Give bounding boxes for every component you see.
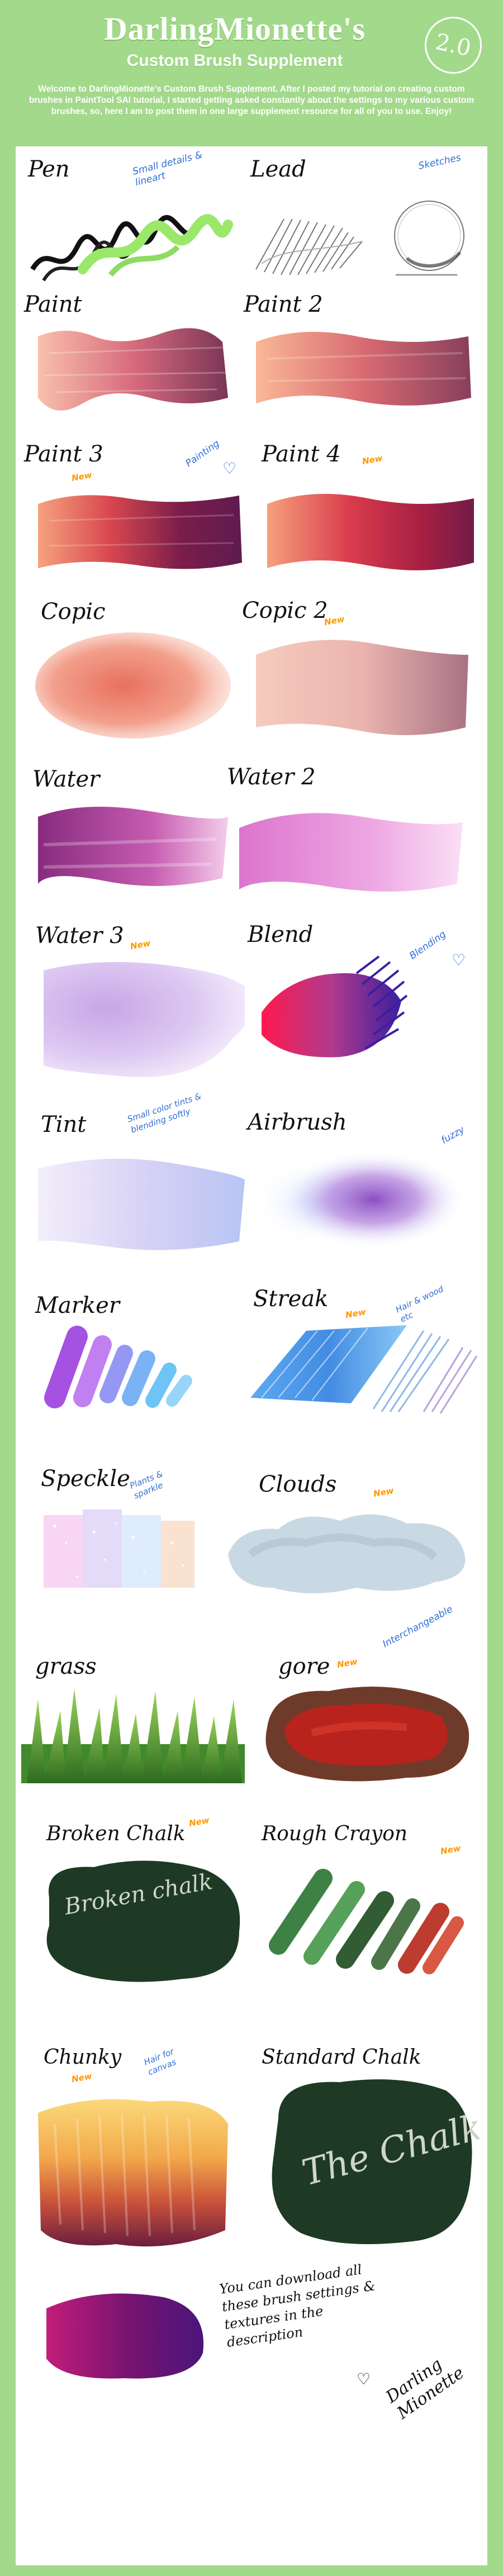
tint-label: Tint — [41, 1112, 87, 1137]
blend-swatch — [262, 955, 408, 1058]
broken-chalk-label: Broken Chalk — [46, 1822, 186, 1845]
brush-panel: Pen Small details & lineart Lead Sketche… — [16, 146, 487, 2565]
rough-crayon-label: Rough Crayon — [262, 1822, 408, 1845]
copic2-label: Copic 2 — [242, 598, 328, 623]
chunky-label: Chunky — [44, 2046, 122, 2069]
signature: Darling Mionette — [382, 2354, 468, 2423]
pen-note: Small details & lineart — [131, 149, 204, 189]
intro-text: Welcome to DarlingMionette's Custom Brus… — [29, 84, 474, 116]
tint-note: Small color tints & blending softly — [126, 1091, 203, 1135]
paint3-note: Painting — [183, 437, 222, 470]
lead-label: Lead — [250, 156, 306, 182]
streak-label: Streak — [253, 1286, 329, 1312]
marker-label: Marker — [35, 1293, 120, 1318]
tint-swatch — [38, 1159, 245, 1250]
water3-new-tag: New — [129, 937, 151, 952]
clouds-new-tag: New — [372, 1485, 395, 1499]
clouds-label: Clouds — [259, 1472, 337, 1497]
broken-chalk-new-tag: New — [188, 1815, 210, 1829]
water2-swatch — [239, 813, 463, 892]
grass-swatch — [21, 1688, 245, 1783]
paint4-new-tag: New — [361, 453, 383, 467]
marker-swatch — [44, 1326, 192, 1408]
water3-label: Water 3 — [35, 923, 124, 949]
paint-swatch — [38, 328, 229, 411]
page-title: DarlingMionette's — [103, 11, 366, 47]
paint3-label: Paint 3 — [24, 441, 103, 467]
paint4-label: Paint 4 — [262, 441, 341, 467]
blend-heart-icon: ♡ — [452, 951, 466, 969]
lead-note: Sketches — [417, 152, 462, 172]
clouds-note: Interchangeable — [381, 1603, 455, 1650]
chunky-note: Hair for canvas — [142, 2046, 178, 2078]
paint3-heart-icon: ♡ — [222, 459, 237, 478]
brush-sheet: DarlingMionette's Custom Brush Supplemen… — [0, 0, 503, 2576]
paint4-swatch — [267, 494, 474, 570]
grass-label: grass — [35, 1654, 97, 1679]
copic-swatch — [35, 632, 231, 739]
clouds-swatch — [228, 1514, 466, 1593]
pen-swatch — [30, 214, 233, 282]
copic-label: Copic — [41, 599, 106, 625]
lead-swatch — [255, 201, 464, 276]
gore-swatch — [265, 1687, 469, 1782]
gore-new-tag: New — [336, 1656, 358, 1670]
copic2-swatch — [256, 640, 468, 735]
header: DarlingMionette's Custom Brush Supplemen… — [0, 0, 503, 145]
closing-heart-icon: ♡ — [357, 2370, 371, 2388]
broken-chalk-swatch: Broken chalk — [46, 1860, 240, 1982]
speckle-swatch — [44, 1510, 194, 1588]
streak-swatch — [250, 1325, 478, 1414]
paint2-swatch — [256, 332, 471, 406]
blend-label: Blend — [248, 922, 314, 947]
rough-crayon-new-tag: New — [439, 1842, 462, 1857]
water-swatch — [38, 807, 228, 886]
speckle-label: Speckle — [41, 1466, 130, 1492]
chunky-new-tag: New — [70, 2070, 93, 2085]
standard-chalk-swatch: The Chalk — [272, 2079, 480, 2244]
paint2-label: Paint 2 — [244, 292, 323, 317]
airbrush-label: Airbrush — [248, 1110, 347, 1135]
airbrush-swatch — [250, 1152, 463, 1247]
paint-label: Paint — [24, 292, 82, 317]
gore-label: gore — [278, 1654, 330, 1679]
closing-swatch — [46, 2293, 204, 2379]
closing-message: You can download all these brush setting… — [218, 2261, 377, 2350]
water-label: Water — [32, 766, 100, 792]
page-subtitle: Custom Brush Supplement — [126, 51, 343, 70]
chunky-swatch — [38, 2099, 228, 2247]
pen-label: Pen — [28, 156, 70, 182]
water2-label: Water 2 — [227, 764, 316, 790]
rough-crayon-swatch — [269, 1869, 464, 1974]
standard-chalk-label: Standard Chalk — [262, 2046, 421, 2069]
paint3-swatch — [38, 495, 242, 569]
water3-swatch — [44, 962, 245, 1078]
